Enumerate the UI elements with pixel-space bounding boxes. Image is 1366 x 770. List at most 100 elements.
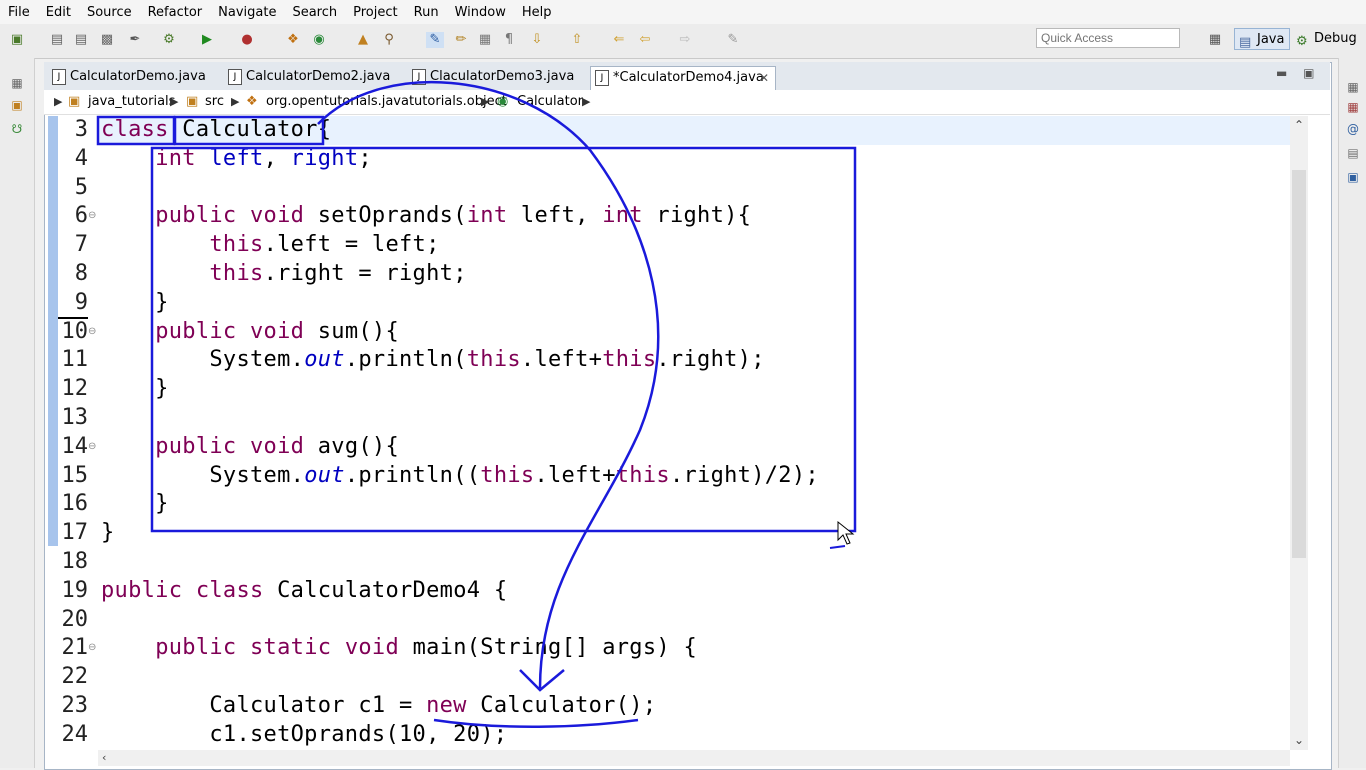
open-perspective-icon[interactable]: ▦ bbox=[1206, 32, 1224, 48]
code-line[interactable]: public static void main(String[] args) { bbox=[101, 634, 697, 662]
next-annotation-icon[interactable]: ⇩ bbox=[528, 32, 546, 48]
outline-icon[interactable]: ▦ bbox=[1346, 100, 1360, 114]
code-line[interactable]: System.out.println((this.left+this.right… bbox=[101, 462, 819, 490]
breadcrumb-package[interactable]: org.opentutorials.javatutorials.object bbox=[266, 94, 507, 110]
fold-toggle-icon[interactable]: ⊖ bbox=[88, 433, 96, 461]
code-line[interactable]: public void avg(){ bbox=[101, 433, 399, 461]
pin-editor-icon[interactable]: ✎ bbox=[724, 32, 742, 48]
forward-icon[interactable]: ⇨ bbox=[676, 32, 694, 48]
menu-navigate[interactable]: Navigate bbox=[210, 5, 284, 20]
java-perspective-icon: ▤ bbox=[1239, 35, 1252, 50]
fold-toggle-icon[interactable]: ⊖ bbox=[88, 318, 96, 346]
search-icon[interactable]: ⚲ bbox=[380, 32, 398, 48]
breadcrumb-separator-icon: ▶ bbox=[170, 95, 179, 108]
project-icon: ▣ bbox=[68, 94, 81, 109]
horizontal-scrollbar[interactable] bbox=[98, 750, 1290, 766]
code-line[interactable]: this.right = right; bbox=[101, 260, 467, 288]
restore-icon[interactable]: ▦ bbox=[10, 76, 24, 90]
external-tools-icon[interactable]: ● bbox=[238, 32, 256, 48]
scroll-up-icon[interactable]: ⌃ bbox=[1294, 118, 1304, 132]
line-number: 7 bbox=[74, 232, 88, 257]
line-number: 11 bbox=[61, 347, 89, 372]
code-line[interactable]: public void sum(){ bbox=[101, 318, 399, 346]
quick-access-input[interactable] bbox=[1036, 28, 1180, 48]
code-line[interactable]: class Calculator{ bbox=[101, 116, 331, 144]
code-line[interactable]: Calculator c1 = new Calculator(); bbox=[101, 692, 656, 720]
code-line[interactable]: c1.setOprands(10, 20); bbox=[101, 721, 507, 749]
last-edit-icon[interactable]: ⇐ bbox=[610, 32, 628, 48]
breadcrumb-separator-icon: ▶ bbox=[481, 95, 490, 108]
java-file-icon: J bbox=[52, 69, 66, 85]
tab-calculatordemo[interactable]: J CalculatorDemo.java bbox=[48, 66, 218, 90]
code-line[interactable]: } bbox=[101, 289, 169, 317]
debug-icon[interactable]: ⚙ bbox=[160, 32, 178, 48]
console-icon[interactable]: ▣ bbox=[1346, 170, 1360, 184]
print-icon[interactable]: ▩ bbox=[98, 32, 116, 48]
debug-perspective-button[interactable]: ⚙ Debug bbox=[1292, 28, 1362, 50]
line-number: 6 bbox=[74, 203, 88, 228]
open-type-icon[interactable]: ▲ bbox=[354, 32, 372, 48]
minimize-icon[interactable]: ▬ bbox=[1276, 66, 1287, 80]
restore-icon-right[interactable]: ▦ bbox=[1346, 80, 1360, 94]
save-all-icon[interactable]: ▤ bbox=[72, 32, 90, 48]
show-whitespace-icon[interactable]: ▦ bbox=[476, 32, 494, 48]
highlight-icon[interactable]: ✏ bbox=[452, 32, 470, 48]
line-number: 14 bbox=[61, 434, 89, 459]
java-file-icon: J bbox=[228, 69, 242, 85]
code-line[interactable]: } bbox=[101, 490, 169, 518]
debug-perspective-icon: ⚙ bbox=[1296, 34, 1308, 49]
menu-help[interactable]: Help bbox=[514, 5, 560, 20]
menu-file[interactable]: File bbox=[0, 5, 38, 20]
new-file-icon[interactable]: ▣ bbox=[8, 32, 26, 48]
line-number: 5 bbox=[74, 175, 88, 200]
breadcrumb-class[interactable]: Calculator bbox=[517, 94, 583, 110]
fold-toggle-icon[interactable]: ⊖ bbox=[88, 202, 96, 230]
previous-annotation-icon[interactable]: ⇧ bbox=[568, 32, 586, 48]
scroll-left-icon[interactable]: ‹ bbox=[102, 751, 106, 764]
tab-calculatordemo4[interactable]: J *CalculatorDemo4.java ✕ bbox=[590, 66, 776, 92]
close-tab-icon[interactable]: ✕ bbox=[759, 67, 769, 89]
new-package-icon[interactable]: ❖ bbox=[284, 32, 302, 48]
code-line[interactable]: int left, right; bbox=[101, 145, 372, 173]
menu-edit[interactable]: Edit bbox=[38, 5, 79, 20]
menu-run[interactable]: Run bbox=[406, 5, 447, 20]
left-trim-bar: ▦ ▣ ☋ bbox=[0, 58, 35, 768]
breadcrumb-project[interactable]: java_tutorials bbox=[88, 94, 175, 110]
hierarchy-icon[interactable]: ☋ bbox=[10, 122, 24, 136]
fold-toggle-icon[interactable]: ⊖ bbox=[88, 634, 96, 662]
line-number: 13 bbox=[61, 405, 89, 430]
code-line[interactable]: public void setOprands(int left, int rig… bbox=[101, 202, 751, 230]
scroll-down-icon[interactable]: ⌄ bbox=[1294, 733, 1304, 747]
new-class-icon[interactable]: ◉ bbox=[310, 32, 328, 48]
source-folder-icon: ▣ bbox=[186, 94, 199, 109]
code-line[interactable]: this.left = left; bbox=[101, 231, 440, 259]
code-line[interactable]: System.out.println(this.left+this.right)… bbox=[101, 346, 765, 374]
vertical-scrollbar-thumb[interactable] bbox=[1292, 170, 1306, 558]
edit-icon[interactable]: ✒ bbox=[126, 32, 144, 48]
maximize-icon[interactable]: ▣ bbox=[1303, 66, 1314, 80]
line-number: 16 bbox=[61, 491, 89, 516]
block-selection-icon[interactable]: ¶ bbox=[500, 32, 518, 48]
breadcrumb-src[interactable]: src bbox=[205, 94, 224, 110]
java-perspective-button[interactable]: ▤ Java bbox=[1234, 28, 1290, 50]
code-line[interactable]: } bbox=[101, 519, 115, 547]
line-number: 9 bbox=[58, 289, 88, 319]
save-icon[interactable]: ▤ bbox=[48, 32, 66, 48]
menu-search[interactable]: Search bbox=[284, 5, 345, 20]
menu-refactor[interactable]: Refactor bbox=[140, 5, 211, 20]
toggle-mark-occurrences-icon[interactable]: ✎ bbox=[426, 32, 444, 48]
tab-label: *CalculatorDemo4.java bbox=[613, 70, 764, 85]
code-line[interactable]: } bbox=[101, 375, 169, 403]
run-icon[interactable]: ▶ bbox=[198, 32, 216, 48]
code-line[interactable]: public class CalculatorDemo4 { bbox=[101, 577, 507, 605]
task-list-icon[interactable]: @ bbox=[1346, 122, 1360, 136]
tab-calculatordemo2[interactable]: J CalculatorDemo2.java bbox=[224, 66, 404, 90]
menu-window[interactable]: Window bbox=[447, 5, 514, 20]
back-icon[interactable]: ⇦ bbox=[636, 32, 654, 48]
tab-claculatordemo3[interactable]: J ClaculatorDemo3.java bbox=[408, 66, 588, 90]
breadcrumb-expand-icon[interactable]: ▶ bbox=[54, 94, 62, 110]
package-explorer-icon[interactable]: ▣ bbox=[10, 98, 24, 112]
menu-project[interactable]: Project bbox=[345, 5, 405, 20]
problems-icon[interactable]: ▤ bbox=[1346, 146, 1360, 160]
menu-source[interactable]: Source bbox=[79, 5, 140, 20]
